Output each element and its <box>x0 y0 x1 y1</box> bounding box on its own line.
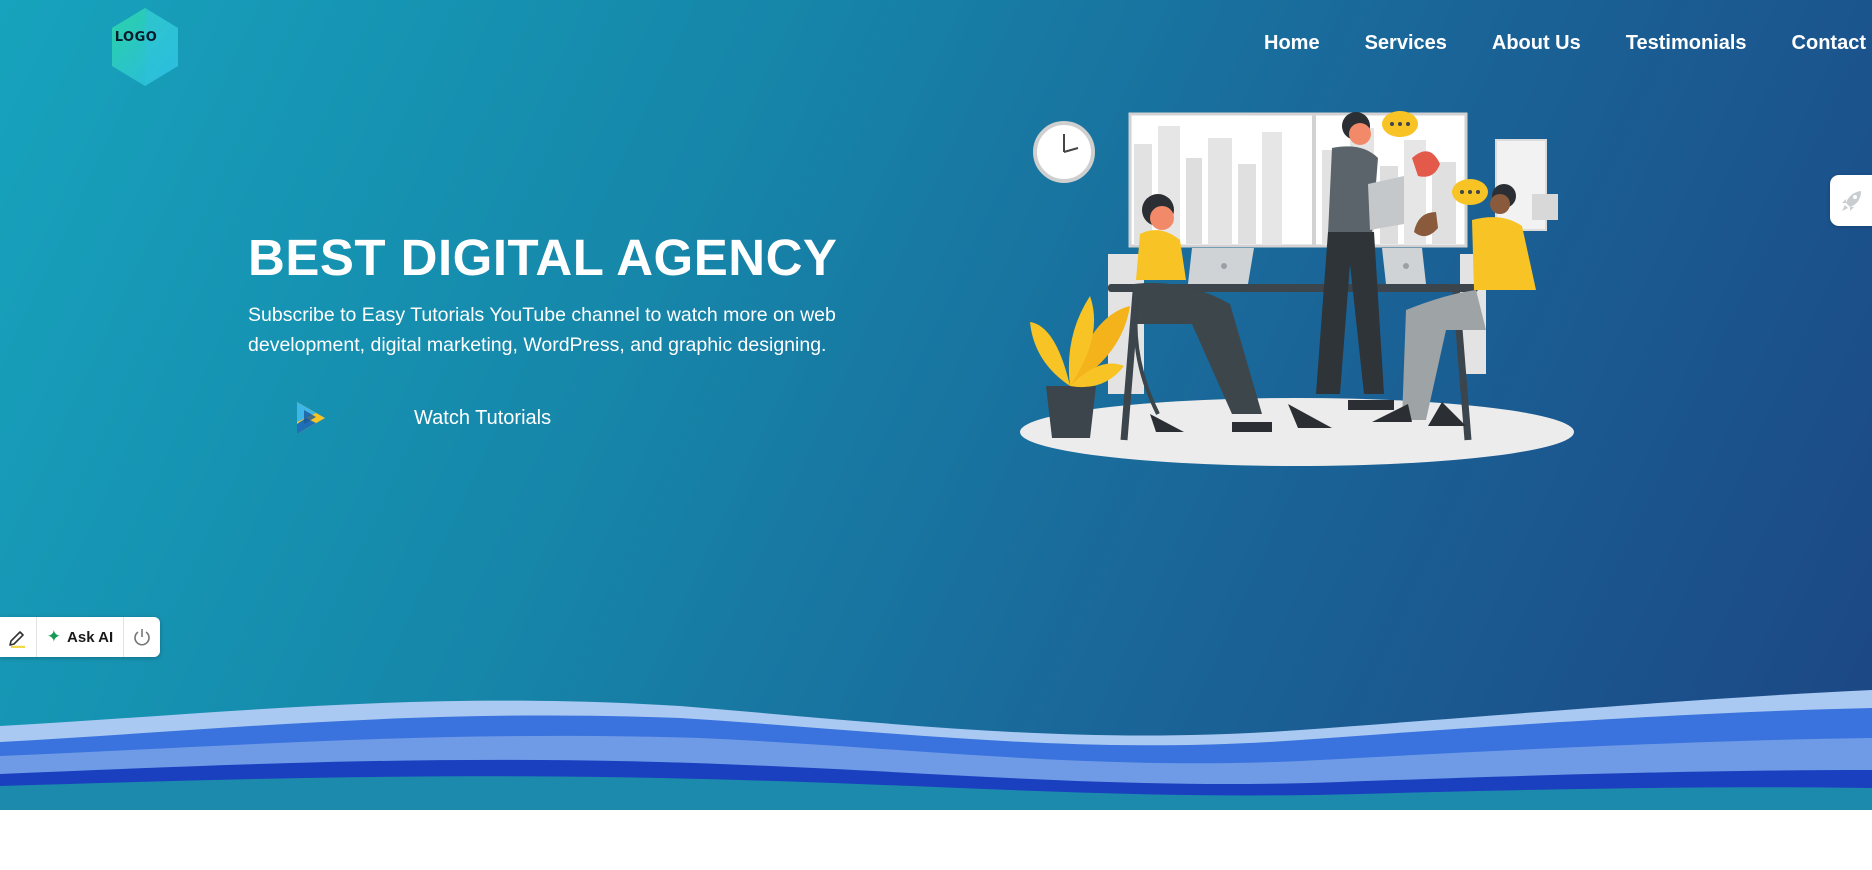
watch-tutorials-button[interactable]: Watch Tutorials <box>292 400 551 436</box>
sparkle-icon: ✦ <box>46 627 62 646</box>
rocket-side-tab[interactable] <box>1830 175 1872 226</box>
highlighter-icon <box>8 631 25 648</box>
hero-title: BEST DIGITAL AGENCY <box>248 229 838 286</box>
hero-subtitle: Subscribe to Easy Tutorials YouTube chan… <box>248 304 836 356</box>
play-icon <box>297 402 325 434</box>
main-nav: Home Services About Us Testimonials Cont… <box>1264 32 1872 55</box>
logo[interactable]: LOGO <box>108 8 184 88</box>
ask-ai-button[interactable]: ✦ Ask AI <box>37 617 125 657</box>
logo-hexagon-icon <box>112 8 178 86</box>
hero-section: LOGO Home Services About Us Testimonials… <box>0 0 1872 810</box>
watch-tutorials-label: Watch Tutorials <box>414 406 552 429</box>
logo-text: LOGO <box>114 30 158 45</box>
nav-contact[interactable]: Contact <box>1792 32 1866 55</box>
nav-about-us[interactable]: About Us <box>1492 32 1581 55</box>
nav-services[interactable]: Services <box>1365 32 1447 55</box>
highlighter-button[interactable] <box>0 617 37 657</box>
floating-toolbar: ✦ Ask AI <box>0 617 160 657</box>
power-button[interactable] <box>124 617 160 657</box>
nav-home[interactable]: Home <box>1264 32 1320 55</box>
nav-testimonials[interactable]: Testimonials <box>1626 32 1747 55</box>
rocket-icon <box>1842 190 1861 211</box>
hero-wave <box>0 690 1872 810</box>
office-team-illustration <box>1012 104 1582 476</box>
power-icon <box>134 629 150 646</box>
ask-ai-label: Ask AI <box>67 628 114 646</box>
